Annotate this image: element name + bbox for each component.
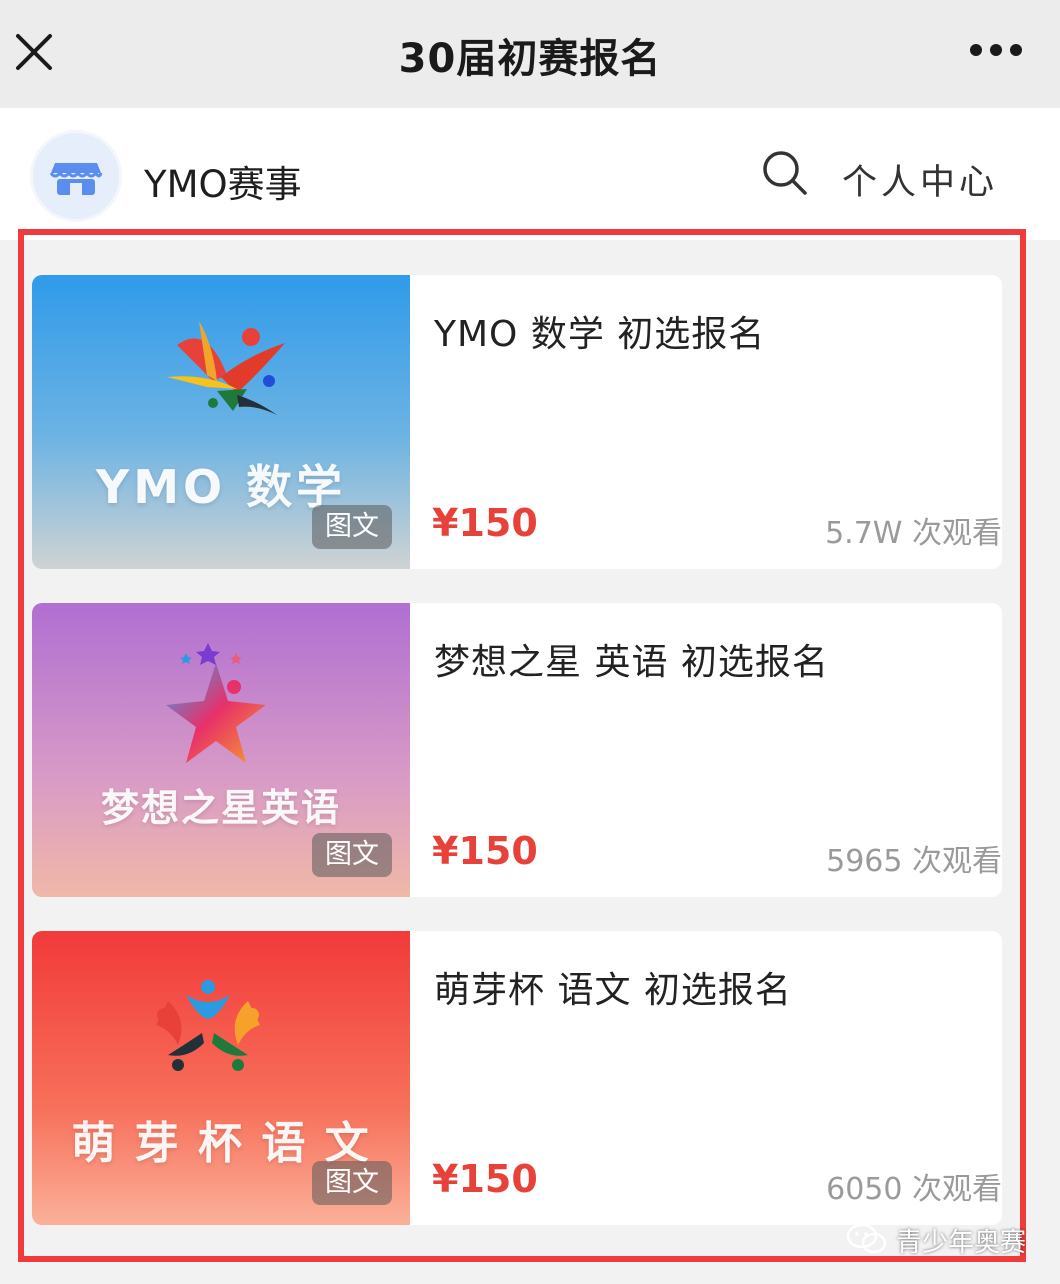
course-card-chinese[interactable]: 萌 芽 杯 语 文 图文 萌芽杯 语文 初选报名 ¥150 6050 次观看 <box>32 931 1002 1225</box>
course-thumbnail: 萌 芽 杯 语 文 图文 <box>32 931 410 1225</box>
shop-name: YMO赛事 <box>144 163 302 206</box>
store-icon <box>49 163 103 195</box>
thumbnail-title: 梦想之星英语 <box>100 786 341 830</box>
course-card-english[interactable]: 梦想之星英语 图文 梦想之星 英语 初选报名 ¥150 5965 次观看 <box>32 603 1002 897</box>
course-thumbnail: YMO 数学 图文 <box>32 275 410 569</box>
course-title: YMO 数学 初选报名 <box>434 314 766 355</box>
wechat-icon <box>846 1223 887 1254</box>
more-icon[interactable] <box>968 40 1024 62</box>
course-title: 萌芽杯 语文 初选报名 <box>434 970 792 1011</box>
shop-header: YMO赛事 个人中心 <box>0 108 1060 240</box>
view-count: 5.7W 次观看 <box>825 516 1002 551</box>
course-thumbnail: 梦想之星英语 图文 <box>32 603 410 897</box>
course-price: ¥150 <box>432 1157 538 1201</box>
course-price: ¥150 <box>432 829 538 873</box>
view-count: 6050 次观看 <box>826 1172 1002 1207</box>
watermark-text: 青少年奥赛 <box>896 1228 1027 1258</box>
course-card-math[interactable]: YMO 数学 图文 YMO 数学 初选报名 ¥150 5.7W 次观看 <box>32 275 1002 569</box>
content-type-tag: 图文 <box>312 833 392 877</box>
title-bar: 30届初赛报名 <box>0 0 1060 108</box>
content-type-tag: 图文 <box>312 505 392 549</box>
content-type-tag: 图文 <box>312 1161 392 1205</box>
user-center-link[interactable]: 个人中心 <box>842 154 998 205</box>
search-icon[interactable] <box>760 148 810 198</box>
course-title: 梦想之星 英语 初选报名 <box>434 642 829 683</box>
view-count: 5965 次观看 <box>826 844 1002 879</box>
page-title: 30届初赛报名 <box>398 36 662 82</box>
shop-avatar[interactable] <box>30 130 122 222</box>
course-price: ¥150 <box>432 501 538 545</box>
